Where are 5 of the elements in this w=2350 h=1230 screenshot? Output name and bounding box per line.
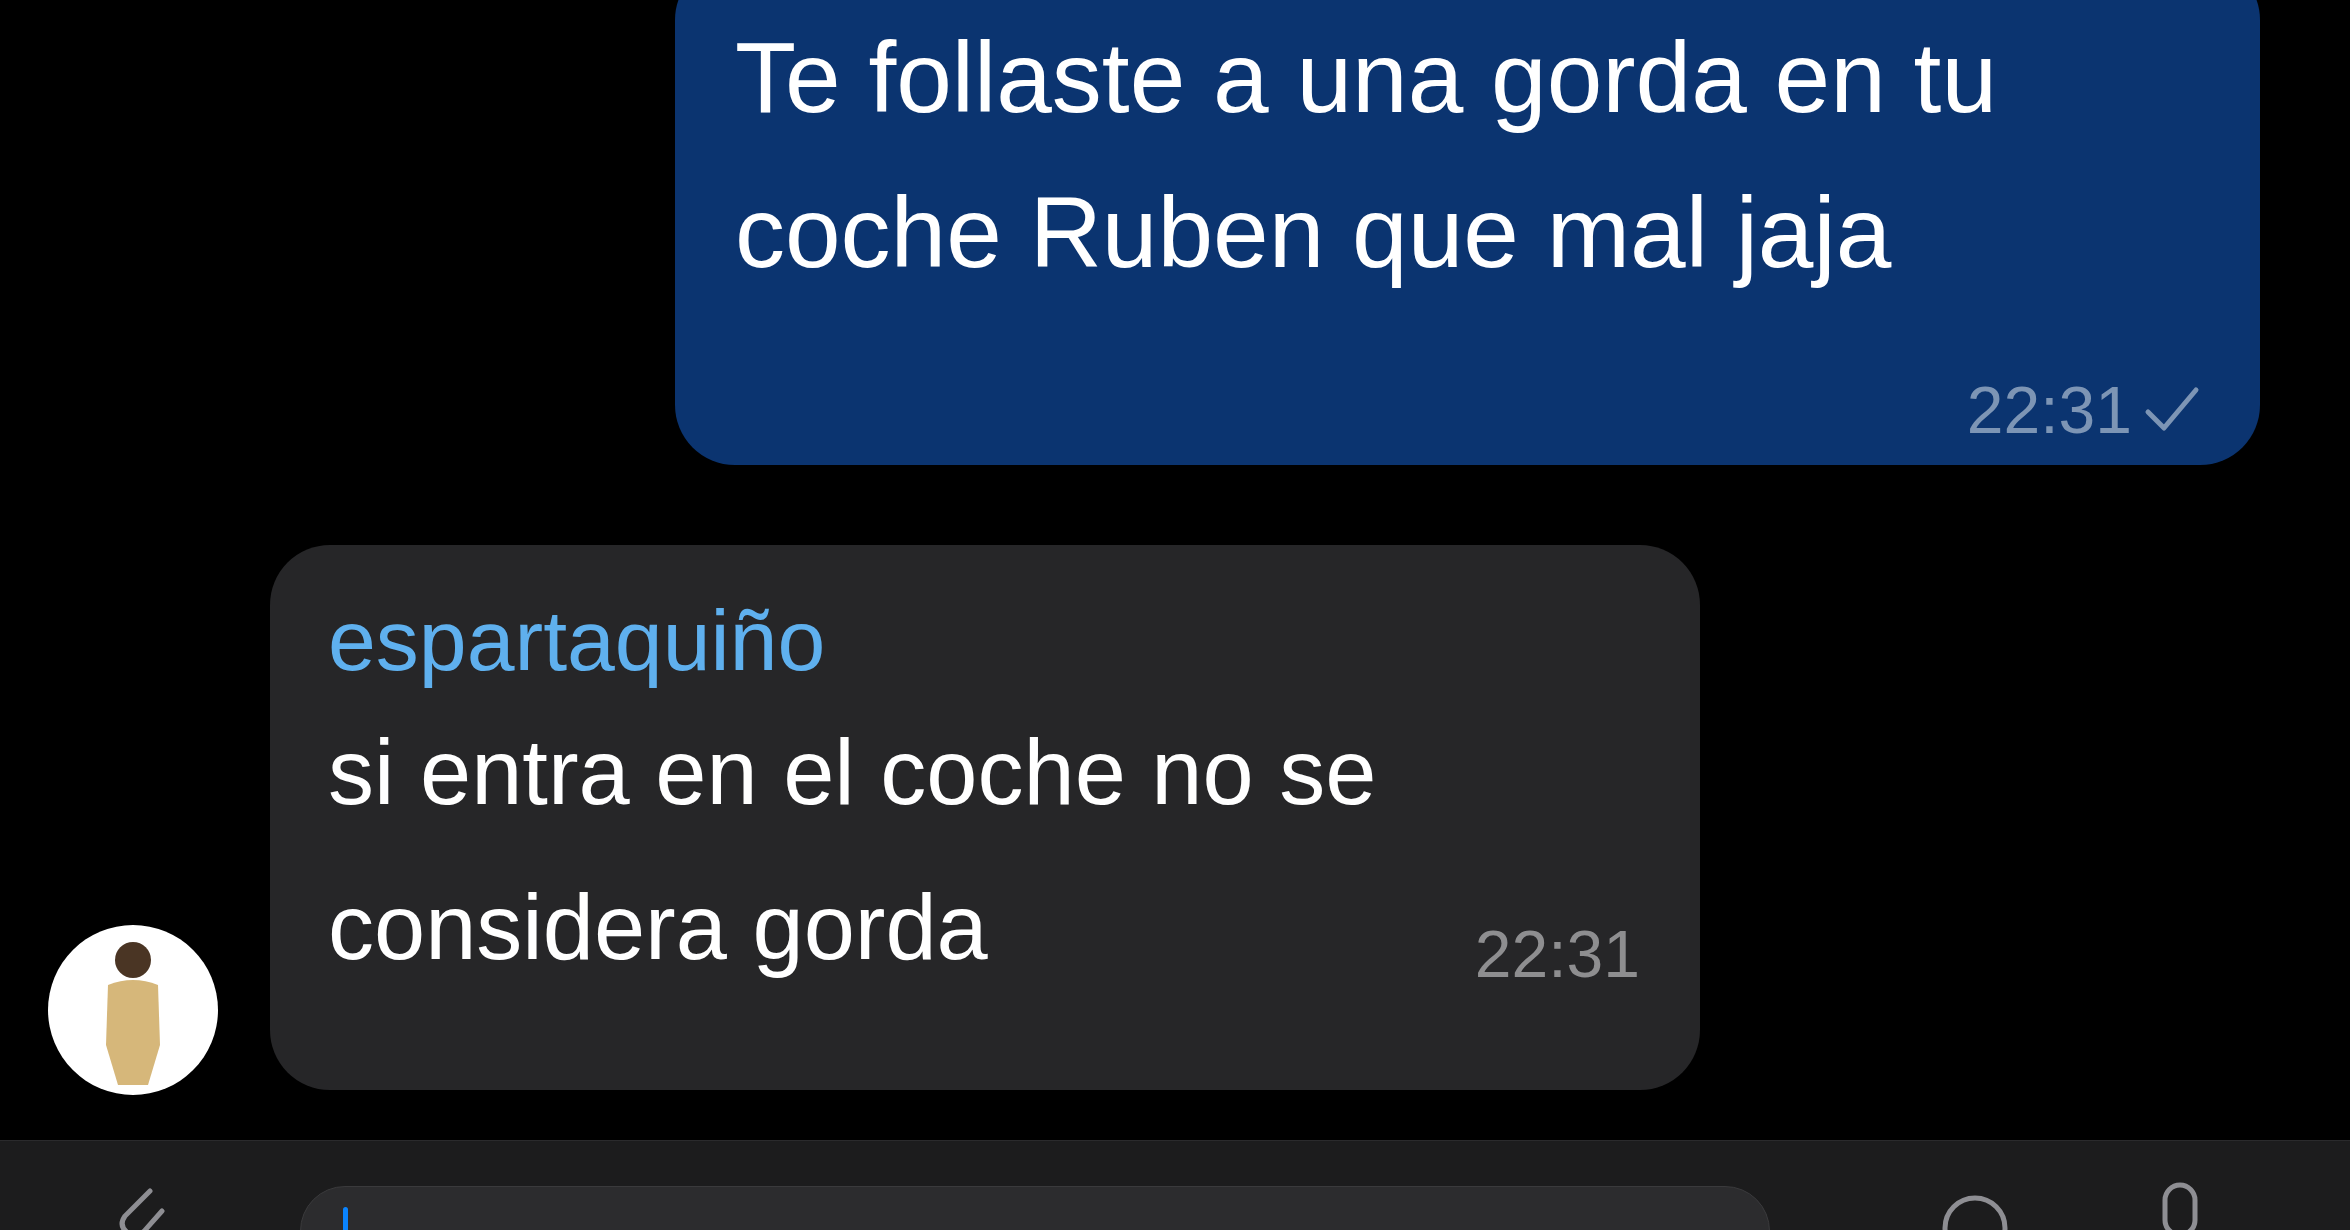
message-time: 22:31 bbox=[1966, 377, 2132, 443]
sender-name: espartaquiño bbox=[328, 591, 827, 690]
message-time: 22:31 bbox=[1474, 921, 1640, 987]
message-text: si entra en el coche no se considera gorda bbox=[328, 720, 1378, 980]
message-text: Te follaste a una gorda en tu coche Ruben que mal jaja bbox=[735, 20, 1998, 290]
